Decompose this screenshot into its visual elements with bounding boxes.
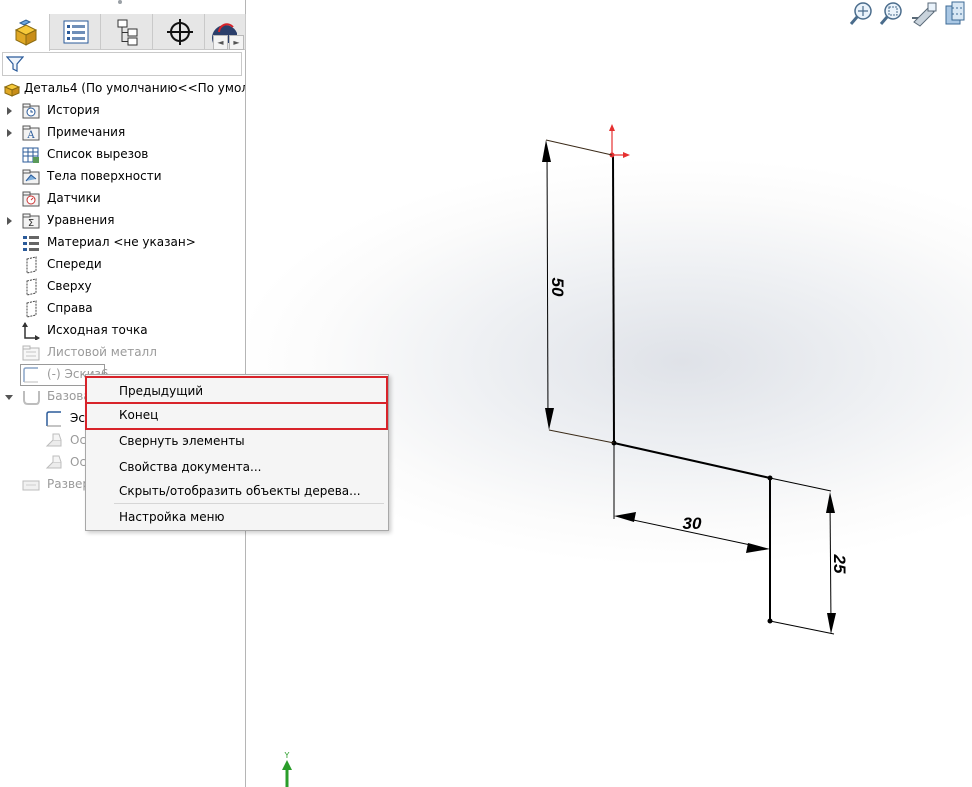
history-folder-icon: [22, 103, 40, 119]
tab-scroll-left-button[interactable]: ◄: [213, 35, 228, 50]
context-menu: Предыдущий Конец Свернуть элементы Свойства…: [85, 374, 389, 531]
tree-item-label: Листовой металл: [47, 345, 157, 359]
plane-icon: [26, 278, 37, 296]
tree-item-label: История: [47, 103, 100, 117]
menu-item[interactable]: Конец: [87, 403, 387, 427]
tree-item[interactable]: Спереди: [0, 254, 245, 276]
triad-y-label: Y: [284, 751, 290, 760]
crosshair-icon: [166, 19, 193, 45]
dimxpert-tab[interactable]: [155, 14, 205, 50]
expand-arrow-icon[interactable]: [5, 128, 13, 138]
sketch-icon: [46, 411, 61, 427]
expand-arrow-icon[interactable]: [5, 106, 13, 116]
featuremanager-tab[interactable]: [0, 14, 50, 51]
flat-pattern-face-icon: [45, 433, 62, 447]
menu-item-label: Настройка меню: [119, 510, 225, 524]
tree-item[interactable]: Материал <не указан>: [0, 232, 245, 254]
menu-item-label: Конец: [119, 408, 159, 422]
filter-icon[interactable]: [6, 56, 24, 73]
sketch-line-diagonal[interactable]: [613, 442, 771, 479]
menu-item-label: Скрыть/отобразить объекты дерева...: [119, 484, 361, 498]
view-triad: [282, 760, 292, 787]
origin-marker: [609, 124, 630, 158]
surface-bodies-folder-icon: [22, 169, 40, 185]
plane-icon: [26, 256, 37, 274]
tree-item[interactable]: История: [0, 100, 245, 122]
tree-item[interactable]: Исходная точка: [0, 320, 245, 342]
base-flange-icon: [23, 391, 40, 405]
tree-item-label: Список вырезов: [47, 147, 149, 161]
sketch-line-vertical-left[interactable]: [612, 154, 615, 444]
part-icon: [3, 83, 21, 97]
menu-item-label: Свойства документа...: [119, 460, 262, 474]
plane-icon: [26, 300, 37, 318]
svg-text:A: A: [26, 130, 35, 141]
flat-pattern-icon: [22, 480, 40, 491]
menu-item[interactable]: Свойства документа...: [87, 455, 387, 479]
sheet-metal-icon: [22, 345, 40, 361]
tree-item-label: Сверху: [47, 279, 92, 293]
tree-item-label: Примечания: [47, 125, 126, 139]
tree-filter-input[interactable]: [2, 52, 242, 76]
tree-item[interactable]: Σ Уравнения: [0, 210, 245, 232]
menu-item[interactable]: Скрыть/отобразить объекты дерева...: [87, 479, 387, 503]
menu-item[interactable]: Настройка меню: [87, 505, 387, 529]
tree-item[interactable]: Листовой металл: [0, 342, 245, 364]
dimension-25-label[interactable]: 25: [830, 554, 849, 574]
property-list-icon: [63, 20, 88, 44]
flat-pattern-face-icon: [45, 455, 62, 469]
propertymanager-tab[interactable]: [51, 14, 101, 50]
svg-text:Σ: Σ: [28, 218, 34, 229]
configurationmanager-tab[interactable]: [103, 14, 153, 50]
tree-item-label: Справа: [47, 301, 93, 315]
menu-item-label: Предыдущий: [119, 384, 204, 398]
tree-item-label: Уравнения: [47, 213, 115, 227]
annotations-folder-icon: A: [22, 125, 40, 141]
menu-separator: [114, 503, 384, 504]
sensors-folder-icon: [22, 191, 40, 207]
origin-icon: [22, 322, 40, 340]
cut-list-icon: [22, 147, 39, 163]
tree-item-label: Спереди: [47, 257, 102, 271]
material-icon: [23, 236, 39, 251]
tree-item[interactable]: Справа: [0, 298, 245, 320]
dimension-50-label[interactable]: 50: [548, 278, 567, 297]
expand-arrow-icon[interactable]: [5, 216, 13, 226]
menu-item-label: Свернуть элементы: [119, 434, 245, 448]
tree-root-part[interactable]: Деталь4 (По умолчанию<<По умолчан: [0, 78, 245, 100]
tree-item-label: Датчики: [47, 191, 101, 205]
dimension-30-label[interactable]: 30: [683, 514, 702, 533]
menu-item[interactable]: Предыдущий: [87, 379, 387, 403]
tree-item[interactable]: Сверху: [0, 276, 245, 298]
tree-item[interactable]: Датчики: [0, 188, 245, 210]
panel-grip[interactable]: [117, 0, 123, 5]
manager-tabbar: ◄ ►: [0, 14, 246, 51]
tree-item-label: Тела поверхности: [47, 169, 162, 183]
expand-arrow-open-icon[interactable]: [5, 392, 13, 402]
tree-item[interactable]: Список вырезов: [0, 144, 245, 166]
configuration-icon: [117, 19, 137, 46]
tree-item[interactable]: A Примечания: [0, 122, 245, 144]
part-tree-icon: [14, 18, 37, 46]
menu-item[interactable]: Свернуть элементы: [87, 429, 387, 453]
equations-folder-icon: Σ: [22, 213, 40, 229]
tree-item[interactable]: Тела поверхности: [0, 166, 245, 188]
tree-item-label: Исходная точка: [47, 323, 148, 337]
tree-item-label: Материал <не указан>: [47, 235, 196, 249]
tab-scroll-right-button[interactable]: ►: [229, 35, 244, 50]
dimension-25[interactable]: [769, 477, 836, 635]
tree-root-label: Деталь4 (По умолчанию<<По умолчан: [24, 81, 245, 95]
